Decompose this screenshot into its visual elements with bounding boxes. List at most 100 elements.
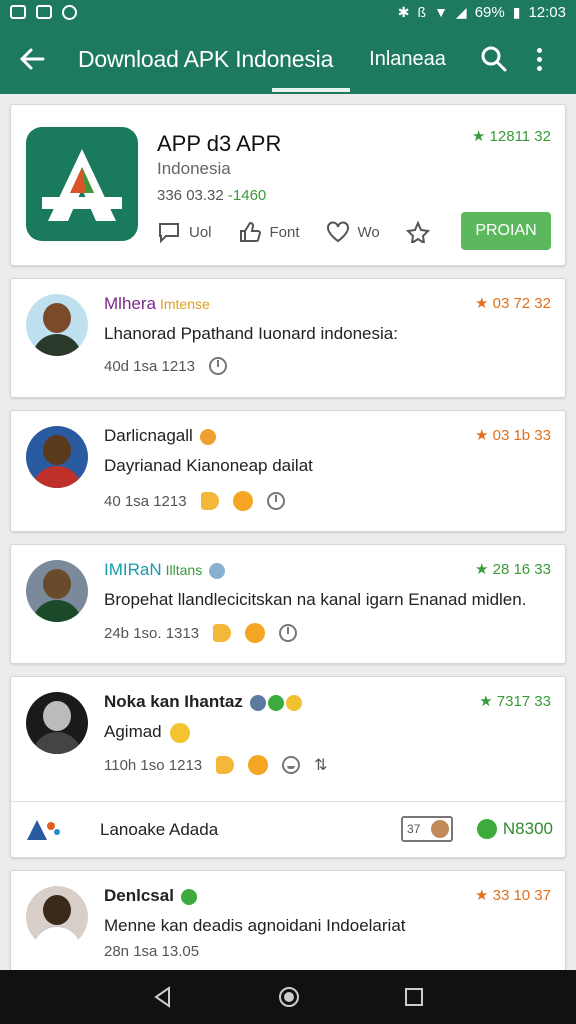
review-meta: 40d 1sa 1213 bbox=[104, 357, 227, 375]
search-button[interactable] bbox=[478, 43, 510, 75]
review-rating: ★ 03 1b 33 bbox=[474, 427, 551, 444]
smile-badge-icon bbox=[180, 888, 197, 905]
avatar bbox=[26, 692, 88, 754]
crown-emoji-icon[interactable] bbox=[232, 491, 253, 511]
reviewer-name: Mlhera Imtense bbox=[104, 294, 210, 314]
review-meta: 24b 1so. 1313 bbox=[104, 623, 298, 643]
tab-inlaneaa[interactable]: Inlaneaa bbox=[369, 24, 446, 94]
review-text: Bropehat llandlecicitskan na kanal igarn… bbox=[104, 590, 527, 609]
review-rating: ★ 28 16 33 bbox=[474, 561, 551, 578]
star-badge-icon bbox=[285, 694, 302, 711]
ad-chip[interactable]: 37 bbox=[401, 816, 453, 842]
review-text: Lhanorad Ppathand Iuonard indonesia: bbox=[104, 324, 398, 343]
thumbs-up-emoji-icon[interactable] bbox=[200, 492, 219, 510]
heart-icon bbox=[326, 221, 349, 243]
review-text: Dayrianad Kianoneap dailat bbox=[104, 456, 313, 475]
reviewer-name: IMIRaN Illtans bbox=[104, 560, 225, 580]
status-bar: ✱ ß ▼ ◢ 69% ▮ 12:03 bbox=[0, 0, 576, 24]
avatar bbox=[26, 426, 88, 488]
ad-price[interactable]: N8300 bbox=[476, 819, 553, 839]
comment-action[interactable]: Uol bbox=[157, 221, 212, 243]
app-subtitle: Indonesia bbox=[157, 159, 231, 178]
avatar bbox=[26, 294, 88, 356]
review-card[interactable]: Denlcsal ★ 33 10 37 Menne kan deadis agn… bbox=[10, 870, 566, 980]
review-text: Agimad bbox=[104, 722, 191, 743]
navigation-bar bbox=[0, 970, 576, 1024]
more-dot-icon bbox=[537, 56, 543, 62]
rate-action[interactable] bbox=[405, 221, 430, 243]
reviewer-name-text: Mlhera bbox=[104, 294, 156, 313]
star-icon bbox=[405, 221, 430, 243]
back-nav-icon[interactable] bbox=[152, 986, 174, 1008]
status-time: 12:03 bbox=[528, 3, 566, 21]
crown-emoji-icon[interactable] bbox=[245, 623, 266, 643]
wifi-icon: ▼ bbox=[434, 4, 448, 20]
face-icon[interactable] bbox=[282, 756, 301, 774]
battery-level: 69% bbox=[474, 3, 505, 21]
bluetooth-icon: ✱ bbox=[397, 3, 410, 20]
search-icon bbox=[481, 46, 507, 72]
review-meta: 40 1sa 1213 bbox=[104, 491, 285, 511]
more-dot-icon bbox=[537, 65, 543, 71]
review-card[interactable]: IMIRaN Illtans ★ 28 16 33 Bropehat llandl… bbox=[10, 544, 566, 664]
comment-icon bbox=[159, 223, 179, 243]
like-action[interactable]: Font bbox=[238, 221, 300, 243]
reviewer-name-text: IMIRaN bbox=[104, 560, 162, 579]
app-logo bbox=[26, 127, 138, 241]
power-icon[interactable] bbox=[279, 624, 298, 642]
app-bar: Download APK Indonesia Inlaneaa bbox=[0, 24, 576, 94]
image-icon bbox=[10, 4, 26, 19]
crown-emoji-icon[interactable] bbox=[248, 755, 269, 775]
reviewer-tag: Illtans bbox=[165, 562, 203, 578]
app-name: APP d3 APR bbox=[157, 131, 282, 156]
reviewer-tag: Imtense bbox=[159, 296, 210, 312]
reviewer-name-text: Denlcsal bbox=[104, 886, 174, 905]
tab-indicator bbox=[272, 88, 350, 92]
review-text: Menne kan deadis agnoidani Indoelariat bbox=[104, 916, 406, 935]
notification-icon bbox=[62, 4, 77, 20]
page-title: Download APK Indonesia bbox=[78, 45, 334, 72]
reviewer-name: Darlicnagall bbox=[104, 426, 216, 446]
more-dot-icon bbox=[537, 47, 543, 53]
reviewer-name-text: Noka kan Ihantaz bbox=[104, 692, 243, 711]
battery-icon: ▮ bbox=[512, 3, 521, 20]
badge-icon bbox=[267, 694, 284, 711]
favorite-action[interactable]: Wo bbox=[326, 221, 380, 243]
signal-icon: ◢ bbox=[455, 3, 467, 20]
ad-row[interactable]: Lanoake Adada 37 N8300 bbox=[11, 801, 565, 857]
reviewer-name-text: Darlicnagall bbox=[104, 426, 193, 445]
ad-label: Lanoake Adada bbox=[100, 820, 219, 839]
review-card[interactable]: Mlhera Imtense ★ 03 72 32 Lhanorad Ppatha… bbox=[10, 278, 566, 398]
badge-icon bbox=[249, 694, 266, 711]
power-icon[interactable] bbox=[266, 492, 285, 510]
photo-icon bbox=[36, 4, 52, 19]
app-rating: ★ 12811 32 bbox=[471, 128, 551, 145]
thumbs-up-emoji-icon[interactable] bbox=[213, 624, 232, 642]
app-meta: 336 03.32 -1460 bbox=[157, 187, 267, 204]
review-meta: 110h 1so 1213 ⇅ bbox=[104, 755, 328, 775]
app-card[interactable]: APP d3 APR Indonesia 336 03.32 -1460 ★ 1… bbox=[10, 104, 566, 266]
avatar bbox=[26, 886, 88, 948]
emoji-badge-icon bbox=[199, 428, 216, 445]
avatar bbox=[26, 560, 88, 622]
home-nav-icon[interactable] bbox=[277, 985, 301, 1009]
thumbs-up-icon bbox=[239, 221, 261, 242]
shuffle-icon[interactable]: ⇅ bbox=[314, 755, 327, 775]
back-button[interactable] bbox=[0, 24, 64, 94]
review-card[interactable]: Noka kan Ihantaz ★ 7317 33 Agimad 110h 1… bbox=[10, 676, 566, 858]
clock-icon[interactable] bbox=[208, 357, 227, 375]
more-options-button[interactable] bbox=[530, 43, 550, 75]
recents-nav-icon[interactable] bbox=[404, 987, 424, 1007]
ad-badge-icon bbox=[476, 819, 497, 839]
ad-avatar-icon bbox=[431, 820, 449, 838]
review-card[interactable]: Darlicnagall ★ 03 1b 33 Dayrianad Kianon… bbox=[10, 410, 566, 532]
review-rating: ★ 33 10 37 bbox=[474, 887, 551, 904]
verified-badge-icon bbox=[208, 562, 225, 579]
thumbs-up-emoji-icon[interactable] bbox=[216, 756, 235, 774]
smile-emoji-icon bbox=[170, 722, 191, 743]
back-arrow-icon bbox=[19, 48, 45, 70]
reviewer-name: Denlcsal bbox=[104, 886, 197, 906]
ad-logo-icon bbox=[25, 818, 61, 842]
review-rating: ★ 03 72 32 bbox=[474, 295, 551, 312]
install-button[interactable]: PROIAN bbox=[461, 212, 551, 250]
